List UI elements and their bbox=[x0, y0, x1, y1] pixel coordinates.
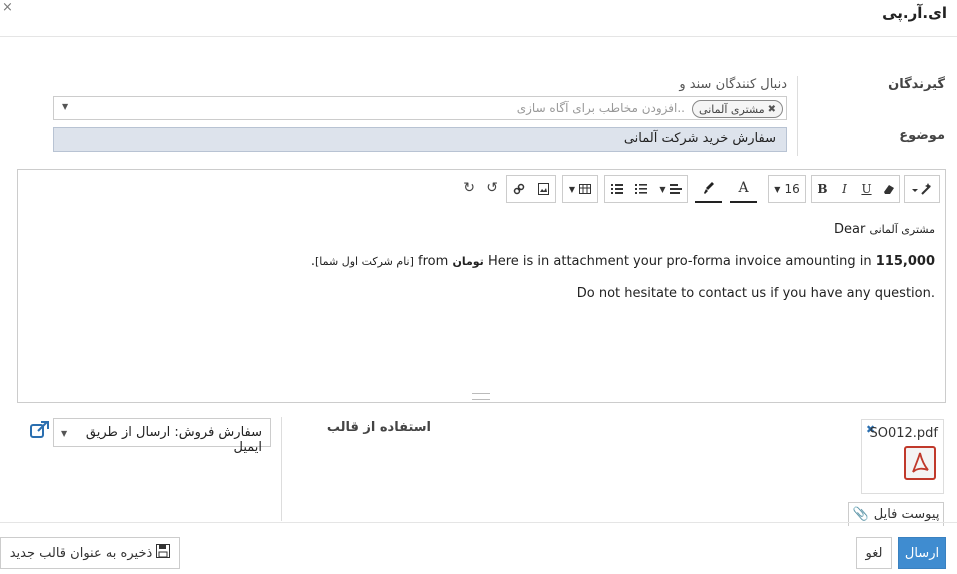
paperclip-icon: 📎 bbox=[852, 507, 869, 522]
external-link-icon[interactable] bbox=[30, 421, 50, 443]
body-line-2: Do not hesitate to contact us if you hav… bbox=[576, 286, 935, 301]
align-icon[interactable]: ▼ bbox=[653, 176, 687, 202]
bold-button[interactable]: B bbox=[812, 176, 833, 202]
line1-start: Here is in attachment your pro-forma inv… bbox=[487, 254, 876, 269]
pdf-file-icon bbox=[904, 446, 936, 484]
amount: 115,000 bbox=[875, 254, 935, 269]
template-selected-value: سفارش فروش: ارسال از طریق ایمیل bbox=[85, 425, 262, 455]
font-size-dropdown[interactable]: ▼ 16 bbox=[768, 175, 806, 203]
followers-label: دنبال کنندگان سند و bbox=[679, 77, 787, 92]
font-size-value: 16 bbox=[784, 182, 800, 196]
insert-group[interactable] bbox=[506, 175, 556, 203]
company-placeholder: [نام شرکت اول شما] bbox=[314, 255, 414, 268]
attachment-filename: SO012.pdf bbox=[869, 426, 938, 441]
redo-icon[interactable]: ↻ bbox=[463, 180, 475, 196]
link-icon[interactable] bbox=[507, 176, 531, 202]
greeting-word: Dear bbox=[833, 222, 866, 237]
ordered-list-icon[interactable] bbox=[628, 176, 652, 202]
remove-tag-icon[interactable]: ✖ bbox=[768, 102, 776, 117]
body-line-1: .[نام شرکت اول شما] from تومان Here is i… bbox=[45, 254, 935, 270]
font-format-group[interactable]: B I U bbox=[811, 175, 900, 203]
recipient-tag-label: مشتری آلمانی bbox=[699, 102, 765, 116]
recipient-tag[interactable]: مشتری آلمانی ✖ bbox=[692, 100, 783, 118]
field-divider bbox=[797, 76, 798, 156]
line1-mid: from bbox=[413, 254, 453, 269]
header-divider bbox=[0, 36, 957, 37]
recipients-label: گیرندگان bbox=[888, 77, 945, 92]
greeting-name: مشتری آلمانی bbox=[869, 223, 935, 236]
recipients-placeholder: افزودن مخاطب برای آگاه سازی.. bbox=[516, 101, 685, 115]
subject-input[interactable]: سفارش خرید شرکت آلمانی bbox=[53, 127, 787, 152]
currency: تومان bbox=[452, 255, 484, 268]
template-label: استفاده از قالب bbox=[326, 420, 431, 435]
save-as-template-button[interactable]: ذخیره به عنوان قالب جدید bbox=[0, 537, 180, 569]
template-select[interactable]: سفارش فروش: ارسال از طریق ایمیل ▼ bbox=[53, 418, 271, 455]
footer-divider bbox=[0, 522, 957, 523]
cancel-button[interactable]: لغو bbox=[856, 537, 892, 569]
editor-body[interactable]: Dear مشتری آلمانی .[نام شرکت اول شما] fr… bbox=[45, 222, 935, 318]
caret-down-icon: ▼ bbox=[774, 184, 781, 194]
column-divider bbox=[281, 417, 282, 521]
resize-handle[interactable] bbox=[472, 393, 490, 400]
greeting-line: Dear مشتری آلمانی bbox=[45, 222, 935, 238]
italic-button[interactable]: I bbox=[833, 176, 855, 202]
list-align-group[interactable]: ▼ bbox=[604, 175, 688, 203]
caret-down-icon: ▼ bbox=[568, 184, 576, 194]
style-group[interactable] bbox=[904, 175, 940, 203]
recipients-input[interactable]: مشتری آلمانی ✖ افزودن مخاطب برای آگاه سا… bbox=[53, 96, 787, 120]
send-button[interactable]: ارسال bbox=[898, 537, 946, 569]
close-icon[interactable]: × bbox=[2, 0, 13, 15]
caret-down-icon: ▼ bbox=[659, 184, 666, 194]
modal-title: ای.آر.پی bbox=[882, 4, 947, 22]
attach-file-label: پیوست فایل bbox=[873, 507, 940, 522]
font-color-button[interactable]: A bbox=[730, 175, 757, 203]
save-template-label: ذخیره به عنوان قالب جدید bbox=[9, 545, 153, 561]
subject-label: موضوع bbox=[899, 128, 945, 143]
floppy-disk-icon bbox=[156, 544, 171, 562]
underline-button[interactable]: U bbox=[855, 176, 877, 202]
attachment-card[interactable]: ✖ SO012.pdf bbox=[861, 419, 944, 494]
picture-icon[interactable] bbox=[531, 176, 556, 202]
caret-down-icon: ▼ bbox=[61, 429, 68, 438]
paint-brush-icon[interactable] bbox=[695, 175, 722, 203]
table-dropdown[interactable]: ▼ bbox=[562, 175, 598, 203]
magic-wand-icon[interactable] bbox=[905, 176, 939, 202]
undo-icon[interactable]: ↺ bbox=[486, 180, 498, 196]
table-icon[interactable]: ▼ bbox=[563, 176, 597, 202]
eraser-icon[interactable] bbox=[877, 176, 899, 202]
caret-down-icon[interactable]: ▼ bbox=[62, 102, 68, 111]
unordered-list-icon[interactable] bbox=[605, 176, 628, 202]
html-editor[interactable]: B I U ▼ 16 A ▼ ▼ ↺ ↻ Dear مشتری آلمانی .… bbox=[17, 169, 946, 403]
